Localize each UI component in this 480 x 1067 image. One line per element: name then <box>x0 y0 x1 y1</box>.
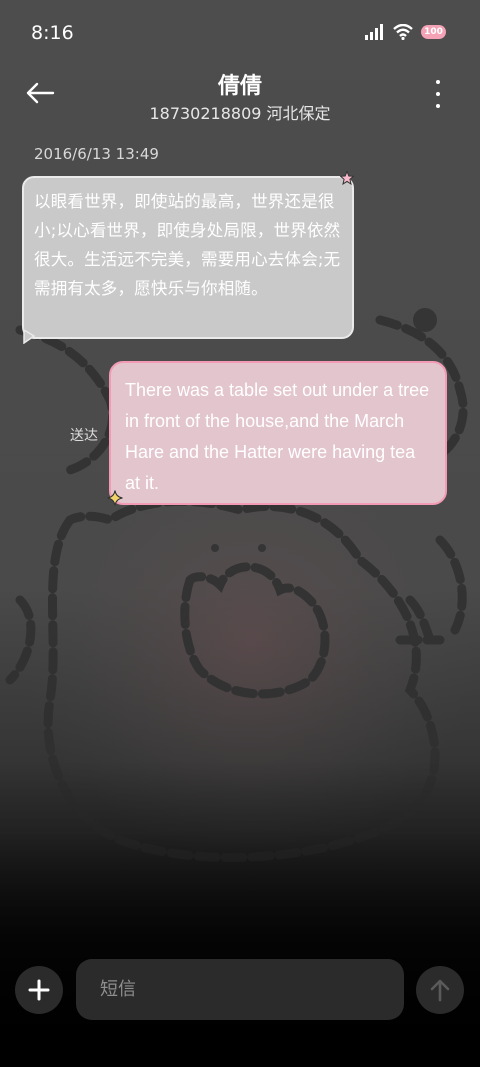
contact-phone-location: 18730218809 河北保定 <box>149 104 331 123</box>
more-vertical-icon <box>436 80 440 84</box>
message-input[interactable] <box>76 959 404 1020</box>
battery-icon: 100 <box>421 25 446 39</box>
sparkle-icon <box>340 171 354 185</box>
signal-icon <box>365 24 383 40</box>
add-attachment-button[interactable] <box>15 966 63 1014</box>
status-bar: 8:16 100 <box>0 0 480 66</box>
plus-icon <box>28 979 50 1001</box>
send-arrow-icon <box>430 979 450 1002</box>
status-icons: 100 <box>365 24 446 40</box>
send-button[interactable] <box>416 966 464 1014</box>
contact-name: 倩倩 <box>217 74 262 99</box>
conversation-header: 倩倩 18730218809 河北保定 <box>0 66 480 126</box>
status-time: 8:16 <box>31 22 74 44</box>
wifi-icon <box>393 24 413 40</box>
received-message-bubble[interactable]: 以眼看世界，即使站的最高，世界还是很小;以心看世界，即使身处局限，世界依然很大。… <box>22 176 354 339</box>
delivery-status: 送达 <box>70 428 98 444</box>
more-options-button[interactable] <box>432 80 444 108</box>
bubble-tail-icon <box>23 330 36 344</box>
sparkle-icon <box>107 490 123 506</box>
message-timestamp: 2016/6/13 13:49 <box>34 145 159 163</box>
sent-message-bubble[interactable]: There was a table set out under a tree i… <box>109 361 447 505</box>
message-composer <box>0 956 480 1026</box>
